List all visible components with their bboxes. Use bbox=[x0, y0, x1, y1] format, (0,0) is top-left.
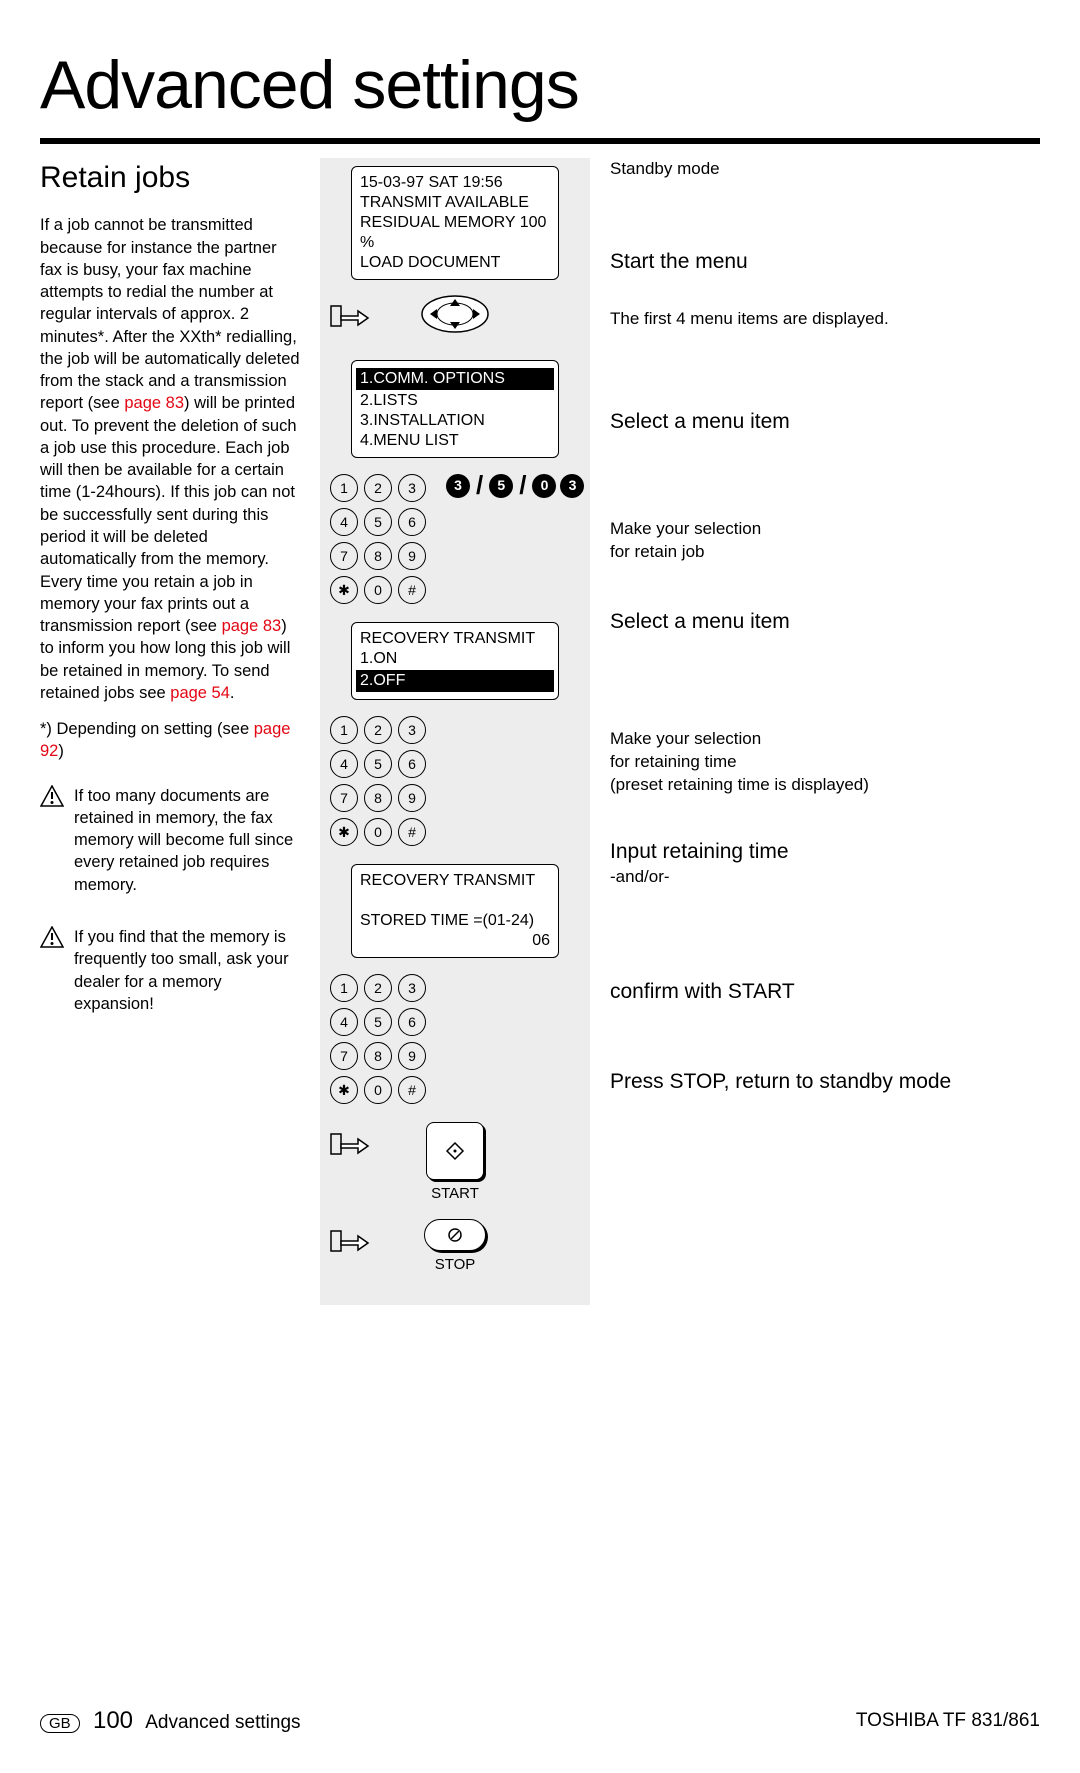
step-select-item-1: Select a menu item bbox=[610, 408, 1040, 508]
lcd-stored-time: RECOVERY TRANSMIT STORED TIME =(01-24) 0… bbox=[351, 864, 559, 958]
pointing-hand-icon bbox=[330, 1225, 378, 1257]
footer-model: TOSHIBA TF 831/861 bbox=[856, 1708, 1040, 1734]
rule bbox=[40, 138, 1040, 144]
footer-left: GB 100 Advanced settings bbox=[40, 1705, 301, 1737]
pointing-hand-icon bbox=[330, 300, 378, 332]
note-selection-retain: Make your selectionfor retain job bbox=[610, 518, 1040, 598]
keypad-icon: 123 456 789 ✱0# bbox=[330, 974, 426, 1110]
menu-code: 3/ 5/ 0 3 bbox=[446, 468, 584, 503]
intro-paragraph: If a job cannot be transmitted because f… bbox=[40, 214, 300, 704]
warning-2: If you find that the memory is frequentl… bbox=[40, 926, 300, 1029]
footnote: *) Depending on setting (see page 92) bbox=[40, 718, 300, 763]
stop-label: STOP bbox=[415, 1255, 495, 1275]
dpad-button bbox=[420, 294, 490, 341]
step-confirm-start: confirm with START bbox=[610, 978, 1040, 1058]
link-page-83b[interactable]: page 83 bbox=[222, 617, 282, 635]
note-standby: Standby mode bbox=[610, 159, 720, 178]
step-start-menu: Start the menu bbox=[610, 248, 1040, 298]
lcd-standby: 15-03-97 SAT 19:56 TRANSMIT AVAILABLE RE… bbox=[351, 166, 559, 280]
stop-button bbox=[424, 1219, 486, 1251]
lcd-recovery: RECOVERY TRANSMIT 1.ON 2.OFF bbox=[351, 622, 559, 700]
page-title: Advanced settings bbox=[40, 40, 1040, 132]
warning-1: If too many documents are retained in me… bbox=[40, 785, 300, 910]
keypad-icon: 123 456 789 ✱0# bbox=[330, 716, 426, 852]
step-select-item-2: Select a menu item bbox=[610, 608, 1040, 718]
warning-icon bbox=[40, 926, 64, 1029]
lcd-menu: 1.COMM. OPTIONS 2.LISTS 3.INSTALLATION 4… bbox=[351, 360, 559, 458]
start-label: START bbox=[415, 1184, 495, 1204]
warning-icon bbox=[40, 785, 64, 910]
note-menu-items: The first 4 menu items are displayed. bbox=[610, 308, 1040, 398]
step-press-stop: Press STOP, return to standby mode bbox=[610, 1068, 1040, 1096]
link-page-54[interactable]: page 54 bbox=[170, 684, 230, 702]
pointing-hand-icon bbox=[330, 1128, 378, 1160]
note-selection-time: Make your selectionfor retaining time(pr… bbox=[610, 728, 1040, 828]
start-button bbox=[426, 1122, 484, 1180]
section-title: Retain jobs bbox=[40, 158, 300, 199]
note-andor: -and/or- bbox=[610, 866, 1040, 889]
link-page-83a[interactable]: page 83 bbox=[124, 394, 184, 412]
keypad-icon: 123 456 789 ✱0# bbox=[330, 474, 426, 610]
step-input-time: Input retaining time bbox=[610, 838, 1040, 866]
